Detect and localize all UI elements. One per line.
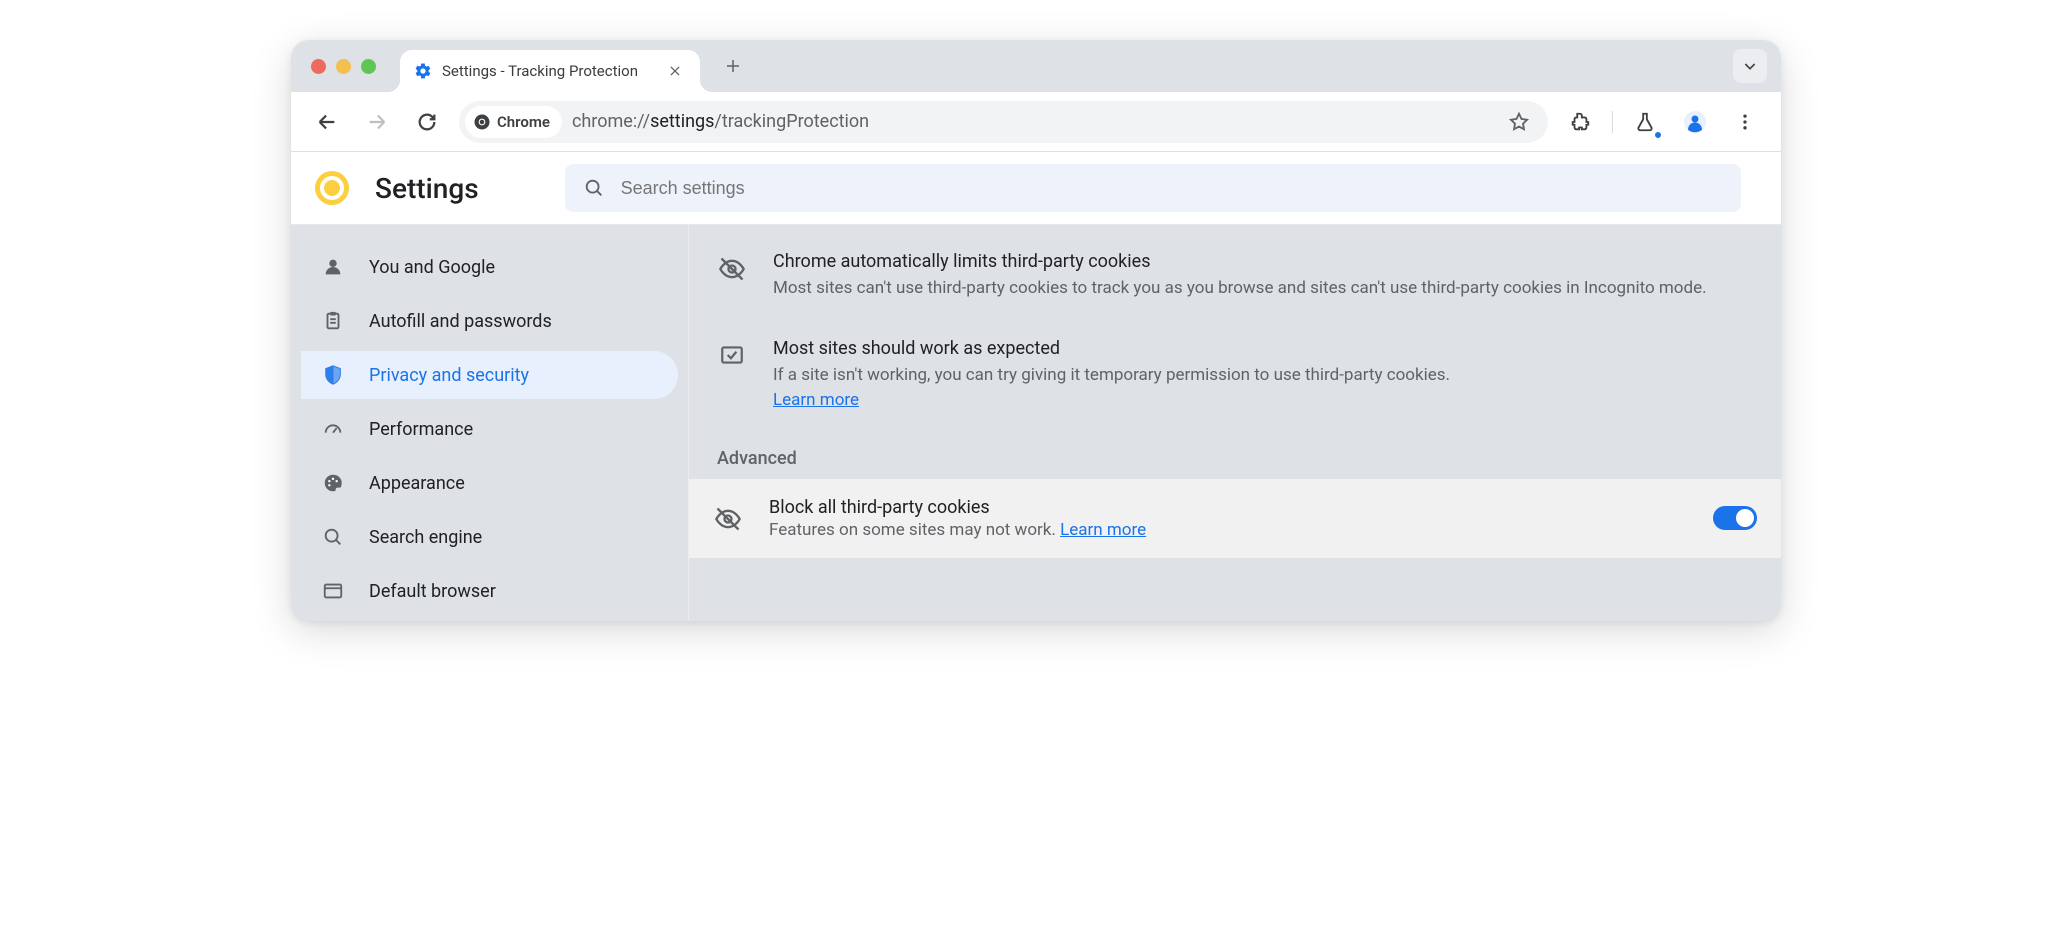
visibility-off-icon	[717, 255, 747, 285]
search-icon	[583, 177, 605, 199]
info-title: Chrome automatically limits third-party …	[773, 251, 1707, 272]
window-controls	[311, 59, 376, 74]
tab-title: Settings - Tracking Protection	[442, 62, 654, 80]
page-title: Settings	[375, 172, 479, 205]
block-all-cookies-row: Block all third-party cookies Features o…	[689, 479, 1781, 558]
new-tab-button[interactable]	[718, 51, 748, 81]
search-settings-field[interactable]	[565, 164, 1741, 212]
search-settings-input[interactable]	[619, 177, 1723, 200]
search-icon	[321, 525, 345, 549]
sidebar-item-label: Performance	[369, 419, 473, 440]
clipboard-icon	[321, 309, 345, 333]
settings-gear-icon	[414, 62, 432, 80]
sidebar-item-default-browser[interactable]: Default browser	[301, 567, 678, 615]
visibility-off-icon	[713, 505, 743, 535]
back-button[interactable]	[309, 104, 345, 140]
browser-icon	[321, 579, 345, 603]
labs-button[interactable]	[1627, 104, 1663, 140]
main-content: Chrome automatically limits third-party …	[689, 225, 1781, 621]
block-cookies-toggle[interactable]	[1713, 506, 1757, 530]
sidebar-item-label: Autofill and passwords	[369, 311, 552, 332]
forward-button[interactable]	[359, 104, 395, 140]
chrome-icon	[473, 113, 491, 131]
sidebar-item-appearance[interactable]: Appearance	[301, 459, 678, 507]
sidebar-item-label: Search engine	[369, 527, 482, 548]
sidebar-item-label: Default browser	[369, 581, 496, 602]
info-row-sites-work: Most sites should work as expected If a …	[717, 320, 1753, 432]
learn-more-link[interactable]: Learn more	[1060, 520, 1146, 540]
info-description: If a site isn't working, you can try giv…	[773, 363, 1450, 414]
tabstrip-trailing	[1733, 49, 1767, 83]
toolbar-divider	[1612, 111, 1613, 133]
sidebar-item-label: Appearance	[369, 473, 465, 494]
sidebar-item-label: Privacy and security	[369, 365, 529, 386]
menu-button[interactable]	[1727, 104, 1763, 140]
gauge-icon	[321, 417, 345, 441]
learn-more-link[interactable]: Learn more	[773, 390, 859, 410]
reload-button[interactable]	[409, 104, 445, 140]
info-row-limits-cookies: Chrome automatically limits third-party …	[717, 233, 1753, 320]
settings-header: Settings	[291, 152, 1781, 224]
profile-button[interactable]	[1677, 104, 1713, 140]
url-text: chrome://settings/trackingProtection	[572, 111, 869, 132]
sidebar-item-performance[interactable]: Performance	[301, 405, 678, 453]
checkbox-icon	[717, 342, 747, 372]
close-window-button[interactable]	[311, 59, 326, 74]
palette-icon	[321, 471, 345, 495]
person-icon	[321, 255, 345, 279]
maximize-window-button[interactable]	[361, 59, 376, 74]
close-tab-button[interactable]	[664, 62, 686, 80]
browser-window: Settings - Tracking Protection C	[291, 40, 1781, 621]
settings-body: You and Google Autofill and passwords Pr…	[291, 224, 1781, 621]
sidebar-item-label: You and Google	[369, 257, 495, 278]
info-description: Most sites can't use third-party cookies…	[773, 276, 1707, 302]
chip-label: Chrome	[497, 113, 550, 131]
site-chip[interactable]: Chrome	[465, 106, 562, 138]
section-label-advanced: Advanced	[717, 448, 1753, 469]
sidebar: You and Google Autofill and passwords Pr…	[291, 225, 689, 621]
browser-tab[interactable]: Settings - Tracking Protection	[400, 50, 700, 92]
tab-strip: Settings - Tracking Protection	[291, 40, 1781, 92]
sidebar-item-autofill[interactable]: Autofill and passwords	[301, 297, 678, 345]
block-row-description: Features on some sites may not work. Lea…	[769, 520, 1687, 540]
bookmark-button[interactable]	[1504, 107, 1534, 137]
tab-search-button[interactable]	[1733, 49, 1767, 83]
info-title: Most sites should work as expected	[773, 338, 1450, 359]
toolbar: Chrome chrome://settings/trackingProtect…	[291, 92, 1781, 152]
block-row-title: Block all third-party cookies	[769, 497, 1687, 518]
address-bar[interactable]: Chrome chrome://settings/trackingProtect…	[459, 101, 1548, 143]
chrome-logo-icon	[315, 171, 349, 205]
shield-icon	[321, 363, 345, 387]
sidebar-item-privacy-security[interactable]: Privacy and security	[301, 351, 678, 399]
extensions-button[interactable]	[1562, 104, 1598, 140]
sidebar-item-search-engine[interactable]: Search engine	[301, 513, 678, 561]
minimize-window-button[interactable]	[336, 59, 351, 74]
sidebar-item-you-and-google[interactable]: You and Google	[301, 243, 678, 291]
